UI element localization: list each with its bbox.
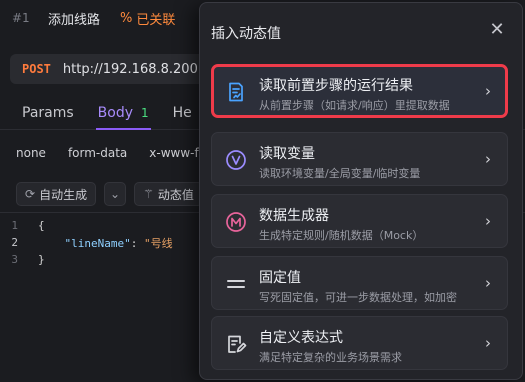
json-key: "lineName" <box>64 236 131 250</box>
option-fixed-value[interactable]: 固定值 写死固定值，可进一步数据处理，如加密 › <box>211 256 508 310</box>
chevron-right-icon: › <box>485 334 491 352</box>
tab-headers-label: He <box>172 104 192 121</box>
code-text: } <box>38 253 45 266</box>
linked-label: 已关联 <box>136 12 176 28</box>
chevron-right-icon: › <box>485 212 491 230</box>
insert-dynamic-value-modal: 插入动态值 ✕ 读取前置步骤的运行结果 从前置步骤（如请求/响应）里提取数据 ›… <box>199 2 523 380</box>
option-desc: 读取环境变量/全局变量/临时变量 <box>259 167 421 180</box>
link-icon: % <box>120 10 133 26</box>
line-number: 3 <box>11 253 18 266</box>
option-title: 自定义表达式 <box>259 330 343 346</box>
request-url[interactable]: http://192.168.8.200:8 <box>63 62 211 77</box>
line-number: 2 <box>11 236 18 249</box>
close-icon[interactable]: ✕ <box>489 21 505 39</box>
option-read-variable[interactable]: 读取变量 读取环境变量/全局变量/临时变量 › <box>211 132 508 186</box>
tab-params[interactable]: Params <box>10 96 86 129</box>
body-type-selector: none form-data x-www-for <box>16 146 211 160</box>
json-value: "号线 <box>143 236 173 250</box>
option-title: 读取变量 <box>259 146 315 162</box>
line-number: 1 <box>11 219 18 232</box>
option-data-generator[interactable]: 数据生成器 生成特定规则/随机数据（Mock） › <box>211 194 508 248</box>
chevron-down-icon: ⌄ <box>110 187 121 201</box>
linked-status[interactable]: % 已关联 <box>120 9 175 28</box>
magic-wand-icon: ⚚ <box>143 187 154 201</box>
option-title: 数据生成器 <box>259 208 329 224</box>
option-title: 读取前置步骤的运行结果 <box>259 78 413 94</box>
auto-generate-dropdown[interactable]: ⌄ <box>104 182 127 206</box>
tab-body-count: 1 <box>141 105 149 120</box>
tab-body-label: Body <box>97 104 134 121</box>
dynamic-value-label: 动态值 <box>157 187 194 202</box>
auto-generate-label: 自动生成 <box>39 187 88 202</box>
chevron-right-icon: › <box>485 82 491 100</box>
auto-generate-button[interactable]: ⟳ 自动生成 <box>16 182 97 206</box>
variable-icon <box>224 148 248 172</box>
fixed-value-icon <box>224 272 248 296</box>
body-type-none[interactable]: none <box>16 146 46 160</box>
option-desc: 写死固定值，可进一步数据处理，如加密 <box>259 291 457 304</box>
code-text: { <box>38 219 45 232</box>
option-desc: 生成特定规则/随机数据（Mock） <box>259 229 424 242</box>
modal-title: 插入动态值 <box>211 26 281 42</box>
tab-headers[interactable]: He <box>161 96 204 129</box>
dynamic-value-button[interactable]: ⚚ 动态值 <box>134 182 203 206</box>
json-separator: : <box>130 236 144 250</box>
custom-expression-icon <box>224 332 248 356</box>
chevron-right-icon: › <box>485 150 491 168</box>
editor-actions: ⟳ 自动生成 ⌄ ⚚ 动态值 <box>16 182 203 206</box>
body-type-form-data[interactable]: form-data <box>68 146 127 160</box>
step-result-icon <box>224 80 248 104</box>
option-custom-expression[interactable]: 自定义表达式 满足特定复杂的业务场景需求 › <box>211 316 508 370</box>
option-desc: 满足特定复杂的业务场景需求 <box>259 351 402 364</box>
mock-generator-icon <box>224 210 248 234</box>
code-text: "lineName": "号线 <box>38 235 173 251</box>
tab-params-label: Params <box>22 104 74 121</box>
refresh-icon: ⟳ <box>25 187 36 201</box>
step-number: #1 <box>12 11 30 25</box>
option-desc: 从前置步骤（如请求/响应）里提取数据 <box>259 99 450 112</box>
http-method[interactable]: POST <box>22 62 51 76</box>
chevron-right-icon: › <box>485 274 491 292</box>
option-title: 固定值 <box>259 270 301 286</box>
tab-body[interactable]: Body 1 <box>86 96 161 130</box>
option-step-result[interactable]: 读取前置步骤的运行结果 从前置步骤（如请求/响应）里提取数据 › <box>211 64 508 118</box>
step-title[interactable]: 添加线路 <box>48 9 100 28</box>
